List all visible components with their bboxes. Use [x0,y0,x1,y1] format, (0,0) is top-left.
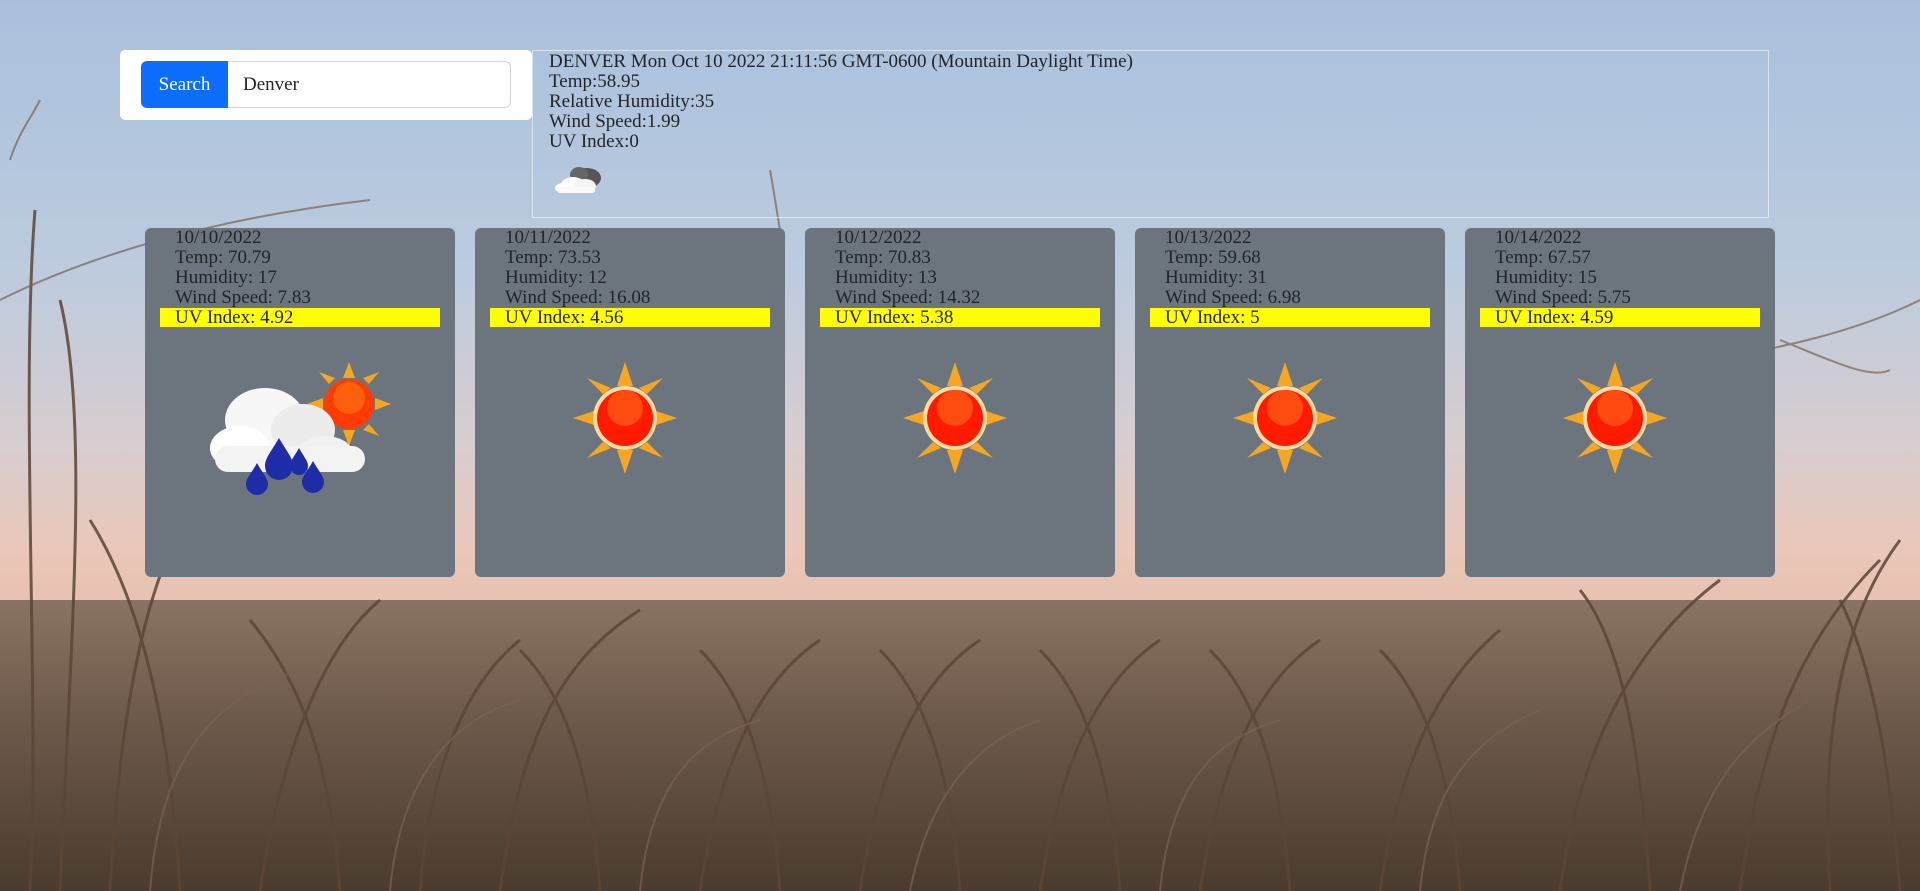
forecast-card: 10/12/2022 Temp: 70.83 Humidity: 13 Wind… [805,228,1115,577]
current-uv-index: UV Index:0 [549,131,639,152]
forecast-date: 10/14/2022 [1495,227,1582,248]
forecast-temp: Temp: 59.68 [1165,247,1261,268]
current-weather-panel: DENVER Mon Oct 10 2022 21:11:56 GMT-0600… [532,50,1769,218]
forecast-card: 10/10/2022 Temp: 70.79 Humidity: 17 Wind… [145,228,455,577]
forecast-humidity: Humidity: 13 [835,267,937,288]
sun-icon [1563,362,1667,474]
forecast-date: 10/12/2022 [835,227,922,248]
forecast-wind-speed: Wind Speed: 14.32 [835,287,981,308]
forecast-date: 10/11/2022 [505,227,591,248]
forecast-card: 10/13/2022 Temp: 59.68 Humidity: 31 Wind… [1135,228,1445,577]
forecast-humidity: Humidity: 17 [175,267,277,288]
forecast-uv-index: UV Index: 5 [1150,308,1430,327]
forecast-temp: Temp: 67.57 [1495,247,1591,268]
sun-icon [1233,362,1337,474]
forecast-humidity: Humidity: 12 [505,267,607,288]
forecast-humidity: Humidity: 31 [1165,267,1267,288]
rain-sun-icon [210,362,391,495]
current-humidity: Relative Humidity:35 [549,91,715,112]
forecast-uv-index: UV Index: 5.38 [820,308,1100,327]
forecast-uv-index: UV Index: 4.59 [1480,308,1760,327]
forecast-wind-speed: Wind Speed: 6.98 [1165,287,1301,308]
forecast-card: 10/14/2022 Temp: 67.57 Humidity: 15 Wind… [1465,228,1775,577]
forecast-wind-speed: Wind Speed: 16.08 [505,287,651,308]
search-panel: Search [120,50,532,120]
sun-icon [573,362,677,474]
forecast-uv-index: UV Index: 4.92 [160,308,440,327]
forecast-humidity: Humidity: 15 [1495,267,1597,288]
current-temp: Temp:58.95 [549,71,641,92]
forecast-temp: Temp: 73.53 [505,247,601,268]
forecast-temp: Temp: 70.79 [175,247,271,268]
sun-icon [903,362,1007,474]
current-wind-speed: Wind Speed:1.99 [549,111,681,132]
forecast-card: 10/11/2022 Temp: 73.53 Humidity: 12 Wind… [475,228,785,577]
current-city-datetime: DENVER Mon Oct 10 2022 21:11:56 GMT-0600… [549,51,1133,72]
night-cloudy-icon [555,167,601,193]
forecast-date: 10/10/2022 [175,227,262,248]
forecast-wind-speed: Wind Speed: 5.75 [1495,287,1631,308]
search-button[interactable]: Search [141,61,228,108]
forecast-date: 10/13/2022 [1165,227,1252,248]
forecast-uv-index: UV Index: 4.56 [490,308,770,327]
city-search-input[interactable] [228,61,511,108]
forecast-temp: Temp: 70.83 [835,247,931,268]
forecast-wind-speed: Wind Speed: 7.83 [175,287,311,308]
forecast-row: 10/10/2022 Temp: 70.79 Humidity: 17 Wind… [145,228,1775,577]
